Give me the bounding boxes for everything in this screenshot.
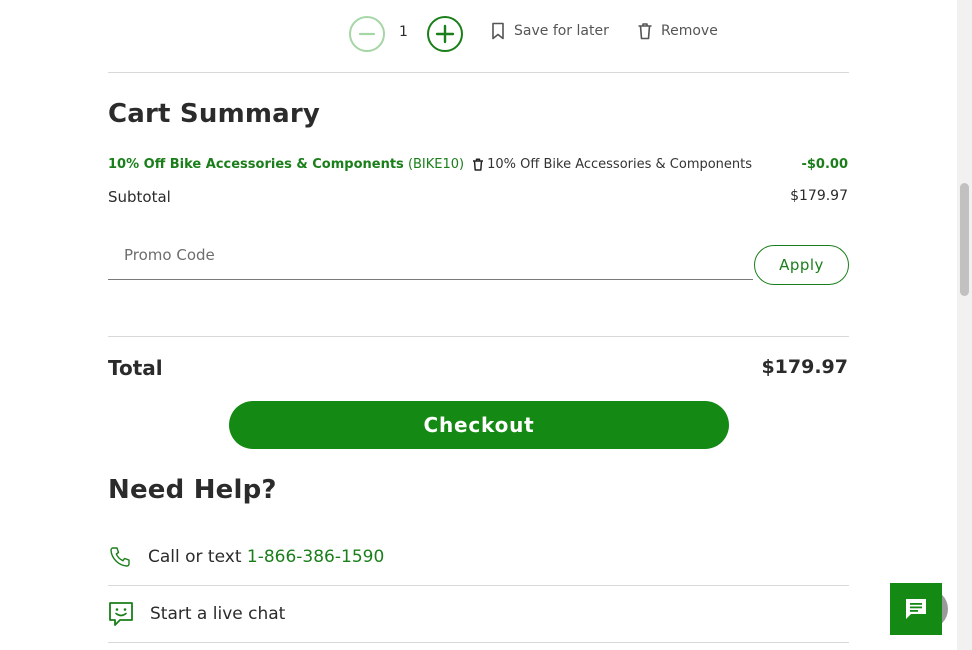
phone-icon <box>110 547 130 567</box>
promo-name: 10% Off Bike Accessories & Components <box>108 157 404 172</box>
cart-summary-title: Cart Summary <box>108 99 321 129</box>
total-label: Total <box>108 356 163 380</box>
live-chat-label: Start a live chat <box>150 604 286 624</box>
apply-promo-button[interactable]: Apply <box>754 245 849 285</box>
save-for-later-label: Save for later <box>514 23 609 39</box>
divider <box>108 72 849 73</box>
minus-icon <box>358 32 376 36</box>
increase-quantity-button[interactable] <box>427 16 463 52</box>
scrollbar-thumb[interactable] <box>960 183 969 296</box>
scrollbar-track[interactable] <box>957 0 972 650</box>
chat-bubble-icon <box>906 599 926 619</box>
discount-amount: -$0.00 <box>801 157 848 172</box>
remove-promo-button[interactable]: 10% Off Bike Accessories & Components <box>472 157 752 172</box>
call-text: Call or text <box>148 547 242 567</box>
total-value: $179.97 <box>761 356 848 378</box>
checkout-button[interactable]: Checkout <box>229 401 729 449</box>
promo-code-input[interactable] <box>108 230 753 280</box>
subtotal-value: $179.97 <box>790 188 848 204</box>
applied-promo: 10% Off Bike Accessories & Components (B… <box>108 157 752 172</box>
quantity-value: 1 <box>399 24 408 40</box>
remove-item-button[interactable]: Remove <box>637 22 718 40</box>
trash-icon <box>638 23 652 40</box>
promo-description: 10% Off Bike Accessories & Components <box>487 157 753 172</box>
divider <box>108 585 849 586</box>
call-or-text-row[interactable]: Call or text 1-866-386-1590 <box>108 545 384 569</box>
live-chat-row[interactable]: Start a live chat <box>108 601 285 627</box>
remove-label: Remove <box>661 23 718 39</box>
bookmark-icon <box>492 22 504 40</box>
phone-number-link[interactable]: 1-866-386-1590 <box>247 547 384 567</box>
promo-code: (BIKE10) <box>407 157 465 172</box>
need-help-title: Need Help? <box>108 475 277 505</box>
chat-smile-icon <box>109 602 133 626</box>
save-for-later-button[interactable]: Save for later <box>490 22 609 40</box>
divider <box>108 336 849 337</box>
plus-icon <box>435 24 455 44</box>
trash-icon <box>473 158 484 171</box>
decrease-quantity-button[interactable] <box>349 16 385 52</box>
subtotal-label: Subtotal <box>108 188 171 206</box>
chat-widget-button[interactable] <box>890 583 942 635</box>
divider <box>108 642 849 643</box>
